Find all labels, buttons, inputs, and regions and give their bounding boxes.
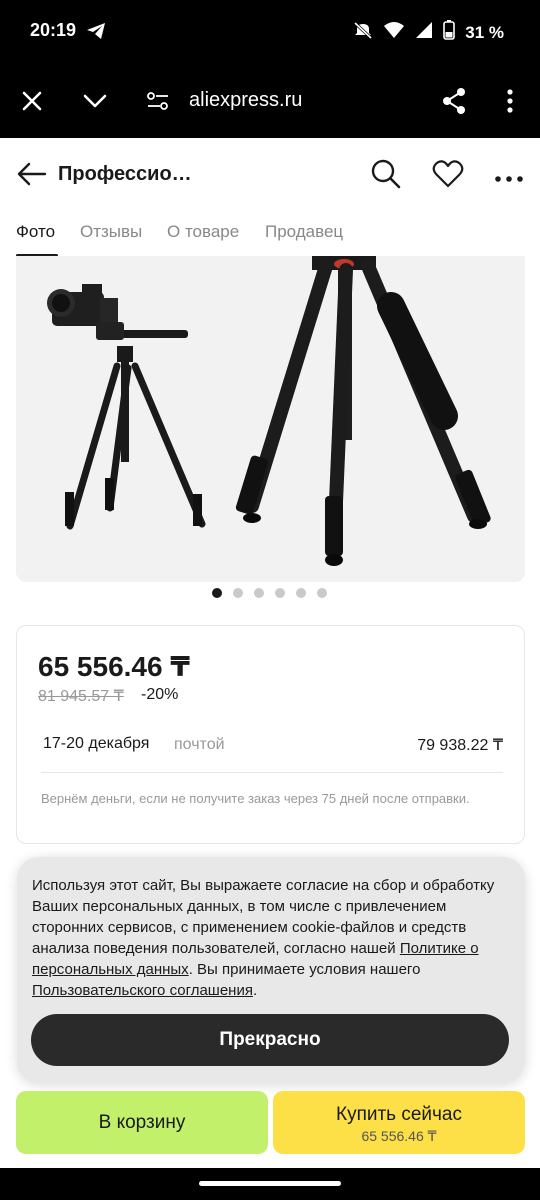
- current-price: 65 556.46 ₸: [38, 651, 190, 682]
- tab-photo[interactable]: Фото: [16, 222, 55, 242]
- delivery-method: почтой: [174, 736, 225, 753]
- product-tabs: Фото Отзывы О товаре Продавец: [0, 220, 540, 257]
- cookie-consent-text: Используя этот сайт, Вы выражаете соглас…: [32, 875, 514, 1001]
- gallery-dot[interactable]: [212, 588, 222, 598]
- gallery-dot[interactable]: [275, 588, 285, 598]
- status-time: 20:19: [30, 20, 77, 40]
- old-price: 81 945.57 ₸: [38, 688, 124, 705]
- more-horizontal-icon[interactable]: [494, 170, 524, 188]
- product-image-gallery[interactable]: [16, 256, 525, 582]
- back-arrow-icon[interactable]: [16, 160, 48, 193]
- mute-icon: [353, 21, 373, 44]
- user-agreement-link[interactable]: Пользовательского соглашения: [32, 982, 253, 999]
- gallery-dot[interactable]: [296, 588, 306, 598]
- delivery-price: 79 938.22 ₸: [417, 737, 503, 754]
- tripod-product-image: [47, 256, 491, 566]
- discount-badge: -20%: [141, 686, 179, 703]
- buy-now-label: Купить сейчас: [336, 1104, 462, 1125]
- more-vertical-icon[interactable]: [506, 88, 514, 119]
- tab-seller[interactable]: Продавец: [265, 222, 343, 242]
- tab-reviews[interactable]: Отзывы: [80, 222, 142, 242]
- tripod-with-camera-illustration: [47, 284, 206, 530]
- home-gesture-handle[interactable]: [199, 1181, 341, 1186]
- status-bar: 20:19 31 %: [0, 0, 540, 62]
- buy-now-button[interactable]: Купить сейчас 65 556.46 ₸: [273, 1091, 525, 1154]
- tab-about[interactable]: О товаре: [167, 222, 239, 242]
- gallery-dot[interactable]: [317, 588, 327, 598]
- system-nav-bar: [0, 1168, 540, 1200]
- search-icon[interactable]: [370, 158, 402, 195]
- cookie-consent-banner: Используя этот сайт, Вы выражаете соглас…: [17, 857, 525, 1083]
- battery-percent: 31 %: [465, 22, 504, 42]
- telegram-icon: [86, 22, 106, 45]
- status-icons: 31 %: [353, 20, 504, 45]
- cookie-text-part: .: [252, 982, 258, 999]
- battery-icon: [443, 20, 456, 45]
- gallery-dot[interactable]: [254, 588, 264, 598]
- tripod-legs-closeup-illustration: [235, 256, 491, 566]
- heart-icon[interactable]: [432, 159, 464, 194]
- refund-note: Вернём деньги, если не получите заказ че…: [41, 791, 470, 806]
- gallery-pagination: [212, 588, 327, 598]
- cookie-text-part: . Вы принимаете условия нашего: [188, 961, 421, 978]
- product-page: Профессио… Фото Отзывы О товаре Продавец: [0, 138, 540, 1168]
- price-card: 65 556.46 ₸ 81 945.57 ₸ -20% 17-20 декаб…: [16, 625, 525, 844]
- share-icon[interactable]: [441, 87, 467, 120]
- browser-toolbar: aliexpress.ru: [0, 62, 540, 138]
- cookie-accept-button[interactable]: Прекрасно: [31, 1014, 509, 1066]
- address-bar-url[interactable]: aliexpress.ru: [189, 89, 302, 112]
- chevron-down-icon[interactable]: [82, 93, 108, 114]
- site-settings-icon[interactable]: [146, 90, 170, 117]
- wifi-icon: [383, 21, 405, 44]
- signal-icon: [415, 21, 433, 44]
- product-header: Профессио…: [0, 138, 540, 212]
- divider: [41, 772, 503, 773]
- buy-now-price: 65 556.46 ₸: [361, 1128, 437, 1144]
- delivery-date[interactable]: 17-20 декабря: [43, 735, 149, 753]
- close-icon[interactable]: [21, 90, 43, 117]
- add-to-cart-button[interactable]: В корзину: [16, 1091, 268, 1154]
- page-title: Профессио…: [58, 163, 192, 185]
- gallery-dot[interactable]: [233, 588, 243, 598]
